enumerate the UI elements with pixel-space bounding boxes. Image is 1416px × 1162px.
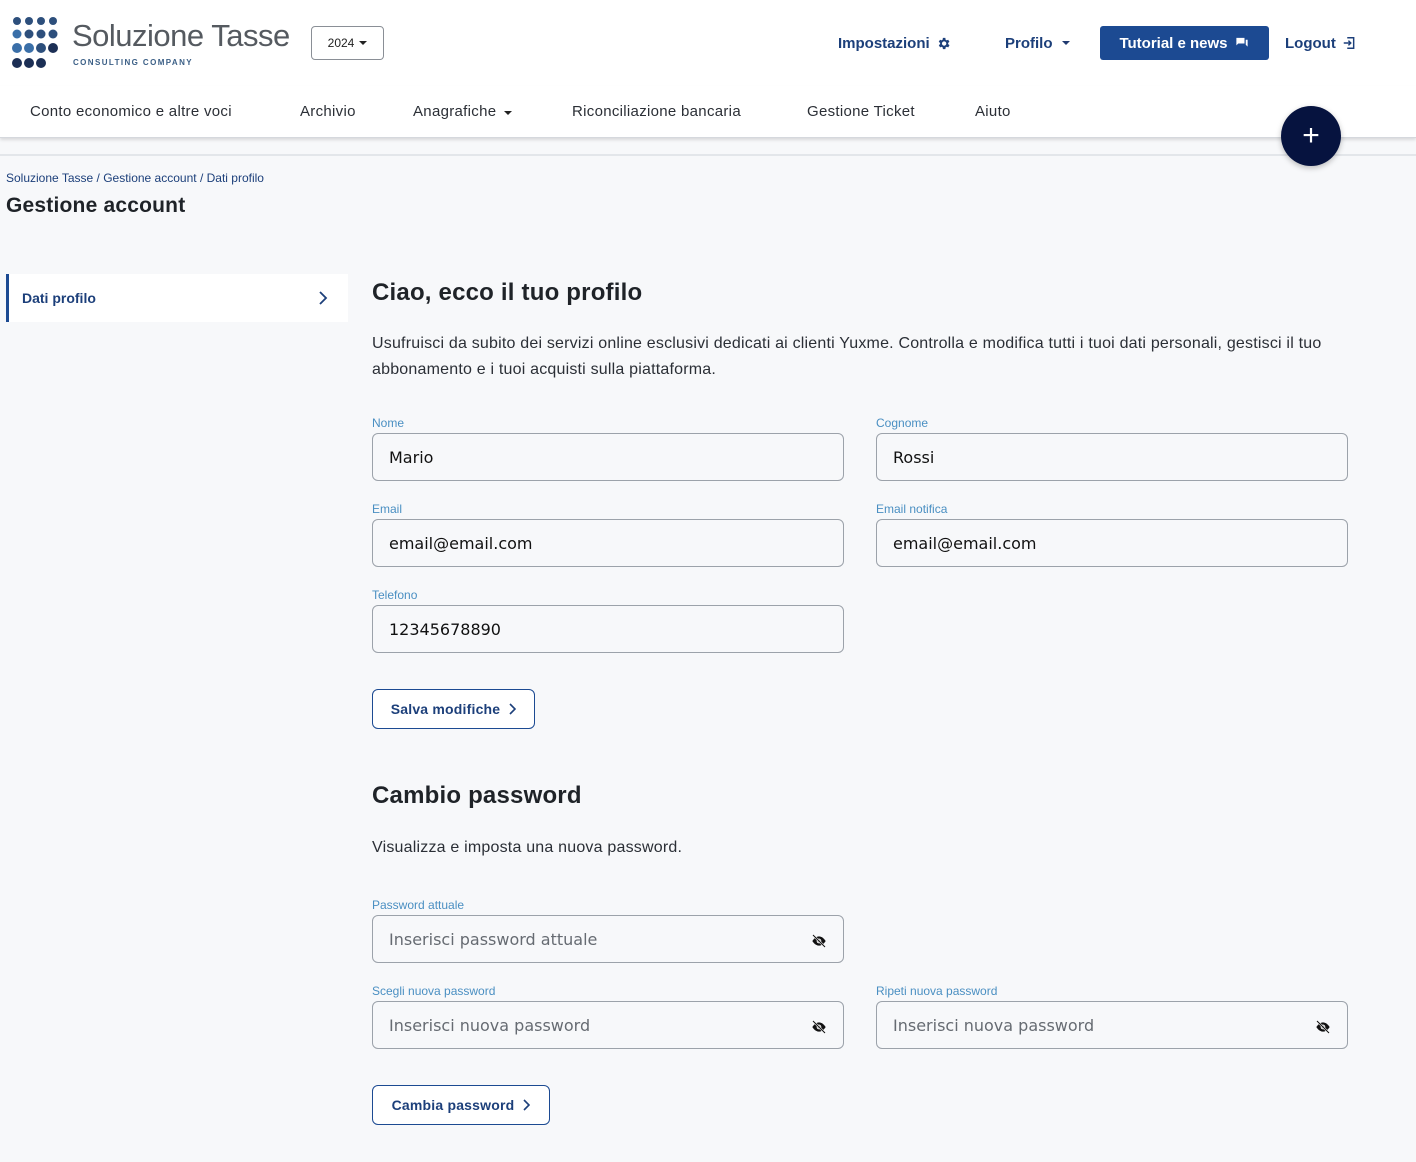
current-password-label: Password attuale	[372, 898, 465, 912]
caret-down-icon	[1061, 41, 1070, 45]
settings-label: Impostazioni	[838, 34, 930, 52]
current-password-input[interactable]	[389, 929, 789, 949]
email-notifica-label: Email notifica	[876, 502, 948, 516]
logout-label: Logout	[1285, 34, 1336, 52]
nav-item-anagrafiche[interactable]: Anagrafiche	[413, 103, 513, 120]
chevron-right-icon	[523, 1099, 531, 1111]
email-label: Email	[372, 502, 403, 516]
nav-item-conto-economico[interactable]: Conto economico e altre voci	[30, 103, 232, 120]
brand-tagline: CONSULTING COMPANY	[73, 58, 194, 67]
nome-label: Nome	[372, 416, 405, 430]
new-password-input[interactable]	[389, 1015, 789, 1035]
brand-name: Soluzione Tasse	[72, 18, 290, 53]
new-password-field[interactable]	[372, 1001, 844, 1049]
repeat-password-field[interactable]	[876, 1001, 1348, 1049]
chevron-right-icon	[319, 291, 328, 305]
chevron-right-icon	[509, 703, 517, 715]
repeat-password-input[interactable]	[893, 1015, 1293, 1035]
save-changes-button[interactable]: Salva modifiche	[372, 689, 535, 729]
nav-item-label: Conto economico e altre voci	[30, 103, 232, 120]
logo-dots-icon	[12, 17, 58, 68]
nav-item-archivio[interactable]: Archivio	[300, 103, 356, 120]
password-description: Visualizza e imposta una nuova password.	[372, 839, 683, 856]
email-input[interactable]	[389, 533, 789, 553]
settings-link[interactable]: Impostazioni	[838, 33, 951, 53]
sidebar-item-label: Dati profilo	[22, 290, 96, 306]
nav-item-label: Riconciliazione bancaria	[572, 103, 741, 120]
page-title: Gestione account	[6, 194, 186, 217]
add-fab-button[interactable]: +	[1281, 106, 1341, 166]
cognome-label: Cognome	[876, 416, 929, 430]
eye-off-icon[interactable]	[811, 1020, 827, 1034]
profile-label: Profilo	[1005, 34, 1053, 52]
email-notifica-input[interactable]	[893, 533, 1293, 553]
caret-down-icon	[504, 110, 513, 115]
nav-item-riconciliazione[interactable]: Riconciliazione bancaria	[572, 103, 741, 120]
new-password-label: Scegli nuova password	[372, 984, 496, 998]
sidebar-item-dati-profilo[interactable]: Dati profilo	[6, 274, 348, 322]
email-notifica-field[interactable]	[876, 519, 1348, 567]
eye-off-icon[interactable]	[811, 934, 827, 948]
email-field[interactable]	[372, 519, 844, 567]
chat-icon	[1235, 37, 1248, 47]
nav-item-label: Aiuto	[975, 103, 1011, 120]
nav-item-aiuto[interactable]: Aiuto	[975, 103, 1011, 120]
nav-item-gestione-ticket[interactable]: Gestione Ticket	[807, 103, 915, 120]
cognome-field[interactable]	[876, 433, 1348, 481]
profile-heading: Ciao, ecco il tuo profilo	[372, 279, 643, 306]
telefono-input[interactable]	[389, 619, 789, 639]
tutorial-news-button[interactable]: Tutorial e news	[1100, 26, 1269, 60]
tutorial-label: Tutorial e news	[1119, 34, 1228, 52]
save-changes-label: Salva modifiche	[390, 701, 501, 717]
telefono-label: Telefono	[372, 588, 418, 602]
logout-icon	[1343, 37, 1355, 49]
breadcrumb-separator: /	[199, 171, 207, 185]
breadcrumb-link-home[interactable]: Soluzione Tasse	[6, 171, 93, 185]
profile-menu[interactable]: Profilo	[1005, 33, 1070, 53]
telefono-field[interactable]	[372, 605, 844, 653]
caret-down-icon	[359, 41, 368, 45]
breadcrumb-link-gestione-account[interactable]: Gestione account	[103, 171, 196, 185]
eye-off-icon[interactable]	[1315, 1020, 1331, 1034]
change-password-button[interactable]: Cambia password	[372, 1085, 550, 1125]
top-header: Soluzione Tasse CONSULTING COMPANY 2024 …	[0, 0, 1416, 86]
nome-input[interactable]	[389, 447, 789, 467]
breadcrumb-current: Dati profilo	[206, 171, 264, 185]
current-password-field[interactable]	[372, 915, 844, 963]
year-select-value: 2024	[327, 36, 355, 50]
brand-logo[interactable]: Soluzione Tasse CONSULTING COMPANY	[10, 16, 290, 72]
main-nav: Conto economico e altre voci Archivio An…	[0, 86, 1416, 138]
logout-link[interactable]: Logout	[1285, 33, 1356, 53]
password-heading: Cambio password	[372, 782, 582, 809]
plus-icon: +	[1302, 119, 1320, 152]
profile-description: Usufruisci da subito dei servizi online …	[372, 335, 1322, 378]
cognome-input[interactable]	[893, 447, 1293, 467]
divider	[0, 154, 1416, 156]
breadcrumb: Soluzione Tasse / Gestione account / Dat…	[6, 171, 264, 185]
repeat-password-label: Ripeti nuova password	[876, 984, 998, 998]
change-password-label: Cambia password	[391, 1097, 515, 1113]
gear-icon	[938, 37, 950, 49]
nome-field[interactable]	[372, 433, 844, 481]
year-select[interactable]: 2024	[311, 26, 384, 60]
nav-item-label: Archivio	[300, 103, 356, 120]
nav-item-label: Anagrafiche	[413, 103, 497, 120]
nav-item-label: Gestione Ticket	[807, 103, 915, 120]
